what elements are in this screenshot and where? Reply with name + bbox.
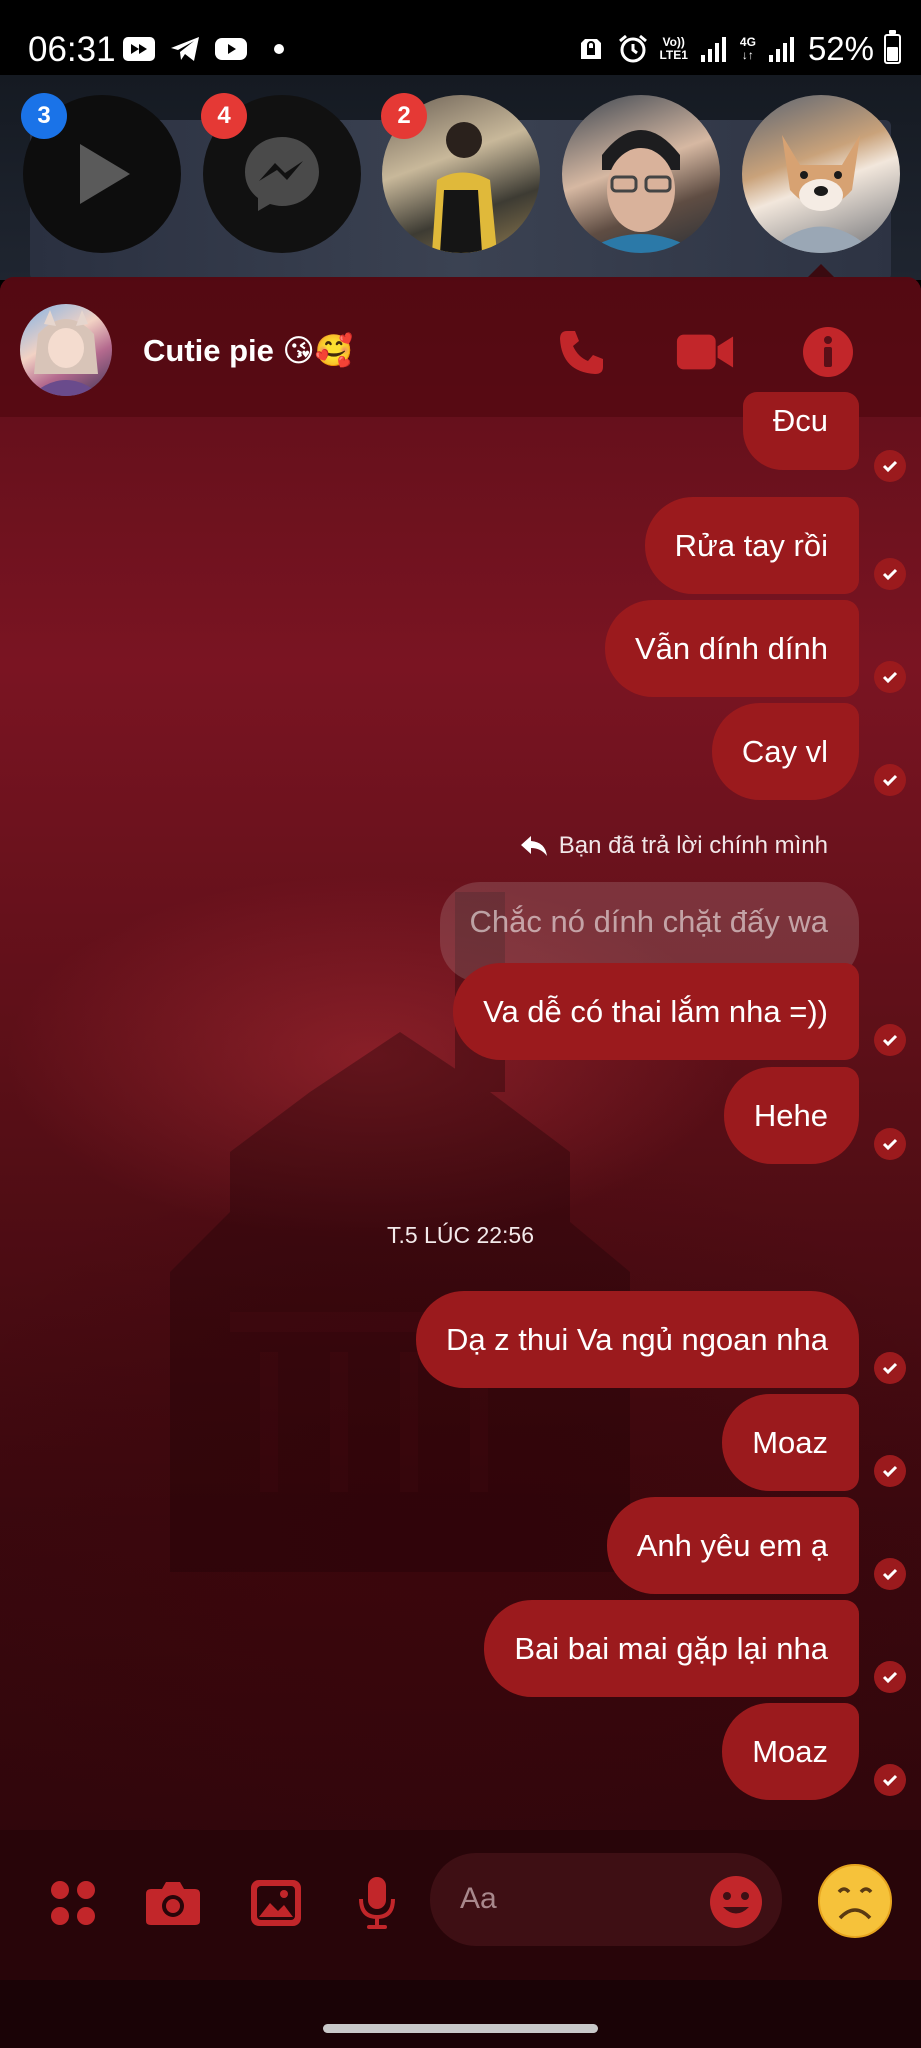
battery-percentage: 52% — [807, 30, 874, 67]
message-text: Đcu — [772, 403, 828, 438]
screen-record-icon — [123, 37, 155, 61]
video-call-icon — [676, 334, 734, 370]
message-bubble[interactable]: Bai bai mai gặp lại nha — [484, 1600, 859, 1697]
message-bubble[interactable]: Anh yêu em ạ — [606, 1497, 859, 1594]
signal-icon — [700, 37, 726, 62]
voice-message-button[interactable] — [347, 1873, 407, 1933]
dog-photo — [767, 135, 875, 253]
reply-note: Bạn đã trả lời chính mình — [519, 832, 828, 860]
seen-check-icon — [874, 558, 906, 590]
phone-icon — [560, 331, 603, 374]
battery-icon — [884, 30, 901, 64]
gallery-button[interactable] — [246, 1873, 306, 1933]
message-bubble[interactable]: Moaz — [722, 1703, 859, 1800]
message-text: Hehe — [753, 1097, 828, 1133]
seen-check-icon — [874, 1455, 906, 1487]
active-head-pointer — [808, 264, 834, 277]
contact-chat-head-3[interactable] — [742, 95, 900, 253]
avatar-image — [30, 310, 102, 396]
message-input[interactable] — [460, 1873, 680, 1925]
emoji-icon[interactable] — [708, 1874, 764, 1930]
timestamp-divider: T.5 LÚC 22:56 — [386, 1222, 535, 1248]
volte-label: Vo)) LTE1 — [659, 35, 688, 62]
microphone-icon — [359, 1877, 395, 1929]
message-text: Moaz — [752, 1424, 828, 1460]
gallery-icon — [251, 1880, 301, 1926]
message-bubble[interactable]: Cay vl — [711, 703, 859, 800]
camera-icon — [146, 1882, 200, 1925]
alarm-lock-icon — [581, 39, 602, 59]
message-text: Vẫn dính dính — [634, 630, 828, 666]
quoted-message-text: Chắc nó dính chặt đấy wa — [469, 904, 828, 939]
info-button[interactable] — [798, 322, 858, 382]
camera-button[interactable] — [143, 1873, 203, 1933]
notification-icons — [122, 34, 284, 64]
unread-badge: 2 — [381, 93, 427, 139]
messenger-icon — [245, 137, 319, 211]
battery-fill — [887, 47, 898, 61]
apps-menu-button[interactable] — [43, 1873, 103, 1933]
message-text: Anh yêu em ạ — [636, 1527, 828, 1563]
seen-check-icon — [874, 450, 906, 482]
status-time: 06:31 — [28, 30, 116, 69]
contact-name[interactable]: Cutie pie 😘🥰 — [143, 332, 353, 369]
seen-check-icon — [874, 1128, 906, 1160]
contact-photo — [582, 130, 700, 253]
contact-chat-head-2[interactable] — [562, 95, 720, 253]
message-bubble[interactable]: Vẫn dính dính — [604, 600, 859, 697]
message-text: Bai bai mai gặp lại nha — [514, 1630, 828, 1666]
seen-check-icon — [874, 661, 906, 693]
message-text: Rửa tay rồi — [674, 527, 828, 563]
chat-panel: Cutie pie 😘🥰 Đcu Rửa tay rồi Vẫn dính dí… — [0, 277, 921, 2048]
message-bubble[interactable]: Hehe — [723, 1067, 859, 1164]
youtube-icon — [215, 38, 247, 60]
signal-icon — [768, 37, 794, 62]
network-type-label: 4G ↓↑ — [739, 35, 756, 62]
contact-avatar[interactable] — [20, 304, 112, 396]
apps-menu-icon — [51, 1881, 95, 1925]
telegram-icon — [171, 37, 199, 61]
video-call-button[interactable] — [675, 322, 735, 382]
home-indicator[interactable] — [323, 2024, 598, 2033]
reply-arrow-icon — [520, 836, 547, 856]
voice-call-button[interactable] — [552, 322, 612, 382]
message-bubble[interactable]: Đcu — [742, 392, 859, 470]
message-text: Va dễ có thai lắm nha =)) — [483, 993, 828, 1029]
seen-check-icon — [874, 764, 906, 796]
reply-note-text: Bạn đã trả lời chính mình — [558, 832, 828, 859]
seen-check-icon — [874, 1352, 906, 1384]
unread-badge: 3 — [21, 93, 67, 139]
system-icons: Vo)) LTE1 4G ↓↑ 52% — [575, 30, 901, 68]
seen-check-icon — [874, 1764, 906, 1796]
message-text: Cay vl — [741, 733, 828, 769]
message-bubble[interactable]: Moaz — [722, 1394, 859, 1491]
info-icon — [803, 327, 853, 377]
message-text: Moaz — [752, 1733, 828, 1769]
seen-check-icon — [874, 1024, 906, 1056]
seen-check-icon — [874, 1661, 906, 1693]
navigation-area — [0, 1980, 921, 2048]
seen-check-icon — [874, 1558, 906, 1590]
message-bubble[interactable]: Dạ z thui Va ngủ ngoan nha — [415, 1291, 859, 1388]
more-dot-icon — [274, 44, 284, 54]
play-icon — [80, 144, 130, 204]
message-bubble[interactable]: Rửa tay rồi — [644, 497, 859, 594]
message-bubble[interactable]: Va dễ có thai lắm nha =)) — [453, 963, 859, 1060]
alarm-clock-icon — [619, 34, 648, 63]
message-text: Dạ z thui Va ngủ ngoan nha — [445, 1321, 828, 1357]
quick-reaction-icon[interactable] — [816, 1862, 894, 1940]
unread-badge: 4 — [201, 93, 247, 139]
